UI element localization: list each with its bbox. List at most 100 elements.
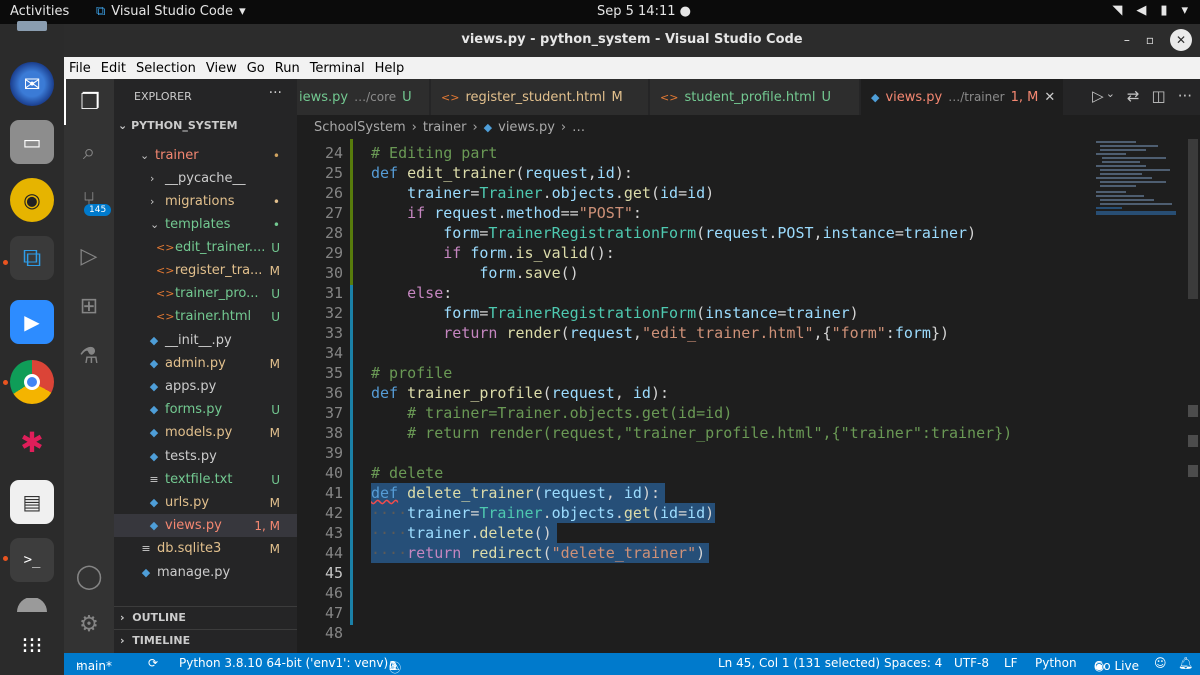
sync-icon[interactable]: ⟳ [148, 656, 158, 670]
tree-status: M [269, 495, 280, 510]
tree-file-textfile-txt[interactable]: ≡ textfile.txt U [114, 468, 297, 491]
tree-file-manage-py[interactable]: ◆ manage.py [114, 561, 297, 584]
minimize-icon[interactable]: – [1124, 33, 1130, 47]
breadcrumb-item[interactable]: … [572, 120, 585, 135]
chevron-down-icon[interactable]: ⌄ [1106, 87, 1115, 105]
menu-terminal[interactable]: Terminal [310, 61, 365, 76]
split-editor-icon[interactable]: ◫ [1152, 87, 1166, 105]
run-file-icon[interactable]: ▷ [1092, 87, 1104, 105]
more-actions-icon[interactable]: ··· [1178, 87, 1192, 105]
dock-app-partial-icon[interactable] [10, 598, 54, 612]
breadcrumb-item[interactable]: views.py [498, 120, 555, 135]
tree-folder-templates[interactable]: ⌄ templates • [114, 213, 297, 236]
clock-label: Sep 5 14:11 [597, 4, 676, 19]
menu-go[interactable]: Go [247, 61, 265, 76]
tree-file-apps-py[interactable]: ◆ apps.py [114, 375, 297, 398]
tree-file-register-trainer-html[interactable]: <> register_tra... M [114, 259, 297, 282]
tree-file-trainer-html[interactable]: <> trainer.html U [114, 305, 297, 328]
window-titlebar[interactable]: views.py - python_system - Visual Studio… [64, 24, 1200, 57]
feedback-icon[interactable]: ☺ [1154, 656, 1167, 670]
line-number: 41 [324, 484, 343, 502]
minimap[interactable] [1090, 139, 1182, 219]
tree-folder-migrations[interactable]: › migrations • [114, 190, 297, 213]
menu-file[interactable]: File [69, 61, 91, 76]
notification-dot-icon: ● [679, 4, 691, 19]
tab-student-profile[interactable]: <> student_profile.html U [650, 79, 860, 115]
close-icon[interactable]: ✕ [1170, 29, 1192, 51]
scm-badge: 145 [84, 204, 112, 216]
tab-path: …/core [354, 90, 397, 104]
source-control-icon[interactable]: ⑂ [64, 177, 114, 223]
maximize-icon[interactable]: ▫ [1146, 33, 1154, 47]
tree-file-urls-py[interactable]: ◆ urls.py M [114, 491, 297, 514]
open-changes-icon[interactable]: ⇄ [1127, 87, 1140, 105]
clock[interactable]: Sep 5 14:11 ● [597, 4, 691, 19]
language-mode[interactable]: Python [1035, 656, 1077, 670]
menu-view[interactable]: View [206, 61, 237, 76]
tree-file-views-py[interactable]: ◆ views.py 1, M [114, 514, 297, 537]
tree-file-forms-py[interactable]: ◆ forms.py U [114, 398, 297, 421]
files-icon[interactable]: ▭ [10, 120, 54, 164]
extensions-icon[interactable]: ⊞ [64, 283, 114, 329]
document-viewer-icon[interactable]: ▤ [10, 480, 54, 524]
breadcrumb-item[interactable]: SchoolSystem [314, 120, 406, 135]
code-editor[interactable]: 24 # Editing part 25 def edit_trainer(requ… [297, 139, 1200, 653]
more-actions-icon[interactable]: ··· [269, 85, 282, 101]
code-line: 44 ····return redirect("delete_trainer") [297, 543, 1097, 563]
search-icon[interactable]: ⌕ [64, 129, 114, 175]
encoding[interactable]: UTF-8 [954, 656, 989, 670]
tab-views-trainer[interactable]: ◆ views.py …/trainer 1, M ✕ [861, 79, 1064, 115]
testing-icon[interactable]: ⚗ [64, 333, 114, 379]
account-icon[interactable]: ◯ [64, 553, 114, 599]
tab-views-core[interactable]: iews.py …/core U [297, 79, 430, 115]
code-line: 36 def trainer_profile(request, id): [297, 383, 1097, 403]
end-of-line[interactable]: LF [1004, 656, 1018, 670]
html-file-icon: <> [441, 90, 460, 104]
run-debug-icon[interactable]: ▷ [64, 233, 114, 279]
menu-edit[interactable]: Edit [101, 61, 126, 76]
vertical-scrollbar[interactable] [1186, 139, 1200, 653]
tab-register-student[interactable]: <> register_student.html M [431, 79, 649, 115]
indentation[interactable]: Spaces: 4 [884, 656, 942, 670]
settings-gear-icon[interactable]: ⚙ [64, 601, 114, 647]
breadcrumb-item[interactable]: trainer [423, 120, 467, 135]
app-menu[interactable]: ⧉ Visual Studio Code ▾ [96, 4, 246, 19]
tree-folder-trainer[interactable]: ⌄ trainer • [114, 144, 297, 167]
explorer-icon[interactable]: ❐ [64, 79, 114, 125]
menu-selection[interactable]: Selection [136, 61, 196, 76]
scrollbar-thumb[interactable] [1188, 139, 1198, 299]
gnome-top-bar: Activities ⧉ Visual Studio Code ▾ Sep 5 … [0, 0, 1200, 24]
tree-label: __pycache__ [165, 171, 246, 186]
menu-help[interactable]: Help [375, 61, 405, 76]
tree-file-models-py[interactable]: ◆ models.py M [114, 421, 297, 444]
zoom-icon[interactable]: ▶ [10, 300, 54, 344]
thunderbird-icon[interactable]: ✉ [10, 62, 54, 106]
rhythmbox-icon[interactable]: ◉ [10, 178, 54, 222]
code-line: 25 def edit_trainer(request,id): [297, 163, 1097, 183]
code-line: 32 form=TrainerRegistrationForm(instance… [297, 303, 1097, 323]
tree-file-trainer-profile-html[interactable]: <> trainer_pro... U [114, 282, 297, 305]
line-number: 24 [324, 144, 343, 162]
tree-file-tests-py[interactable]: ◆ tests.py [114, 445, 297, 468]
cursor-position[interactable]: Ln 45, Col 1 (131 selected) [718, 656, 880, 670]
tree-folder-pycache[interactable]: › __pycache__ [114, 167, 297, 190]
tree-file-edit-trainer-html[interactable]: <> edit_trainer.... U [114, 236, 297, 259]
tree-file-init-py[interactable]: ◆ __init__.py [114, 329, 297, 352]
tree-file-db-sqlite3[interactable]: ≡ db.sqlite3 M [114, 537, 297, 560]
outline-section[interactable]: › OUTLINE [114, 606, 297, 628]
timeline-section[interactable]: › TIMELINE [114, 629, 297, 651]
menu-run[interactable]: Run [275, 61, 300, 76]
line-number: 30 [324, 264, 343, 282]
chrome-icon[interactable] [10, 360, 54, 404]
show-applications-icon[interactable]: ⁝⁝⁝ [10, 624, 54, 668]
tree-file-admin-py[interactable]: ◆ admin.py M [114, 352, 297, 375]
close-tab-icon[interactable]: ✕ [1044, 90, 1055, 105]
vscode-dock-icon[interactable]: ⧉ [10, 236, 54, 280]
project-root[interactable]: ⌄ PYTHON_SYSTEM [118, 119, 238, 132]
system-tray[interactable]: ◥ ◀ ▮ ▾ [1112, 3, 1188, 18]
notifications-icon[interactable]: 🔔︎ [1178, 656, 1193, 670]
dock-app-top-icon[interactable] [10, 12, 54, 40]
terminal-icon[interactable]: >_ [10, 538, 54, 582]
slack-icon[interactable]: ✱ [10, 420, 54, 464]
python-interpreter[interactable]: Python 3.8.10 64-bit ('env1': venv) [179, 656, 388, 670]
